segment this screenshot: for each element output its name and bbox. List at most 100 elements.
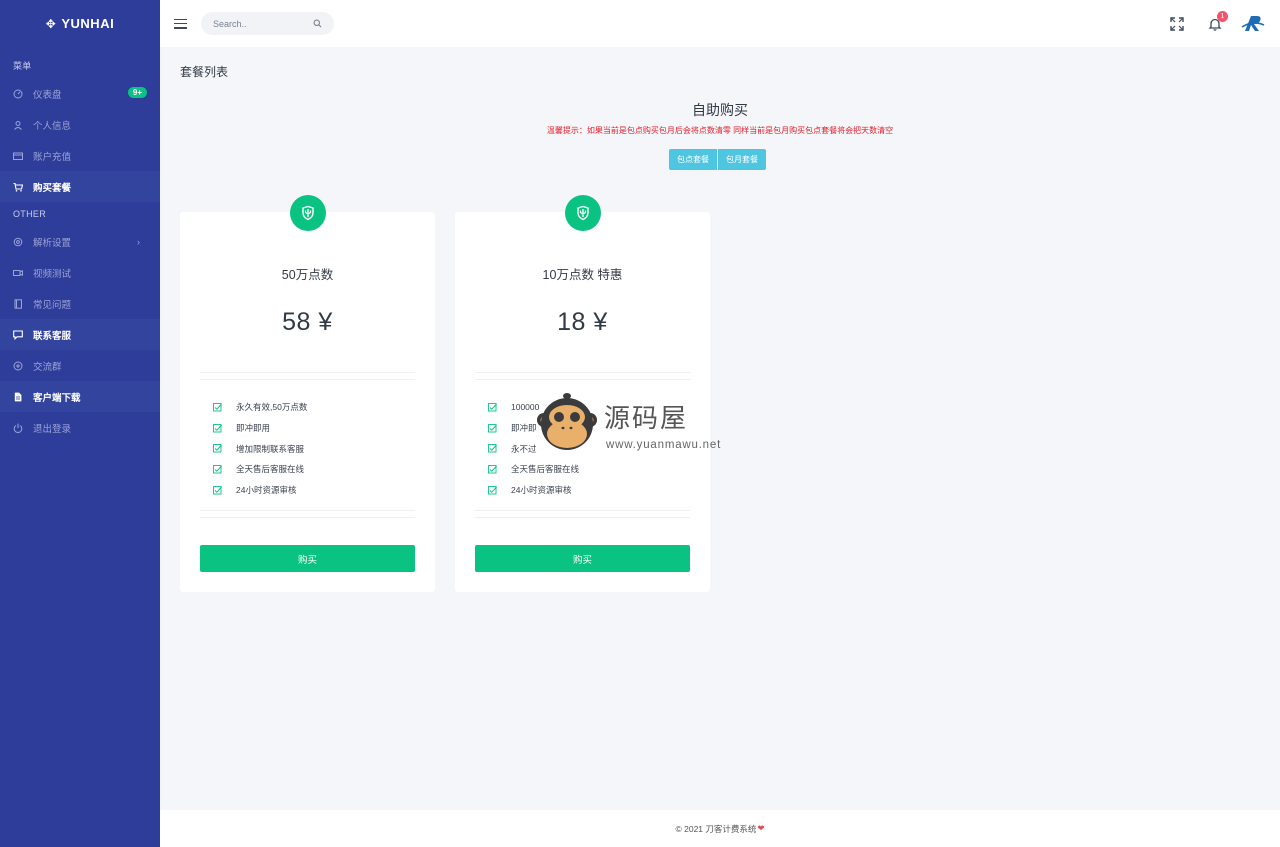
video-icon [13,268,23,278]
sidebar-item-label: 视频测试 [33,268,72,280]
avatar[interactable] [1240,11,1266,37]
chevron-right-icon: › [137,236,140,247]
menu-section-title: OTHER [13,209,46,219]
power-icon [13,423,23,433]
search-box [201,12,334,35]
sidebar-item-parse-settings[interactable]: 解析设置 › [0,226,160,257]
monkey-logo-icon [537,393,597,450]
status-badge: 9+ [127,87,147,98]
feature-text: 永不过 [511,443,537,454]
section-title: 自助购买 [692,102,748,118]
divider [200,372,415,373]
topbar-actions: 1 [1170,0,1280,47]
check-square-icon [488,464,497,474]
shield-icon [289,195,326,231]
feature-text: 全天售后客服在线 [236,464,305,475]
list-item: 增加限制联系客服 [213,438,307,459]
feature-text: 永久有效,50万点数 [236,402,308,413]
plus-circle-icon [13,361,23,371]
sidebar-item-recharge[interactable]: 账户充值 [0,140,160,171]
watermark: 源码屋 www.yuanmawu.net [536,388,746,458]
brand-name: YUNHAI [61,16,115,31]
sidebar-item-label: 联系客服 [33,330,72,342]
search-input[interactable] [213,18,313,29]
list-item: 即冲即用 [213,418,307,439]
search-icon[interactable] [313,19,322,28]
check-square-icon [213,402,222,412]
list-item: 24小时资源审核 [213,480,307,501]
buy-button[interactable]: 购买 [200,545,415,572]
plan-card: 50万点数 58 ¥ 永久有效,50万点数 即冲即用 增加限制联系客服 全天售后… [180,195,435,592]
page-title: 套餐列表 [180,65,229,79]
plan-name: 10万点数 特惠 [542,268,623,282]
check-square-icon [213,444,222,453]
bell-icon[interactable]: 1 [1208,10,1228,31]
check-square-icon [213,423,222,432]
sidebar-item-label: 客户端下载 [33,392,81,404]
check-square-icon [213,464,222,474]
sidebar: ✥ YUNHAI 菜单 仪表盘 9+ 个人信息 账户充值 购买套餐 OTHER … [0,0,160,847]
crosshair-icon: ✥ [45,16,57,31]
menu-toggle-icon[interactable] [174,18,187,29]
feature-text: 24小时资源审核 [236,485,297,496]
brand-logo[interactable]: ✥ YUNHAI [0,0,160,47]
book-icon [13,298,23,309]
sidebar-item-contact-support[interactable]: 联系客服 [0,319,160,350]
feature-text: 全天售后客服在线 [511,464,580,475]
sidebar-item-label: 账户充值 [33,151,72,163]
plan-name: 50万点数 [281,268,334,282]
list-item: 全天售后客服在线 [488,459,579,480]
tab-monthly-package[interactable]: 包月套餐 [718,149,766,170]
plan-price: 18 ¥ [557,308,608,336]
sidebar-item-dashboard[interactable]: 仪表盘 9+ [0,78,160,109]
tab-point-package[interactable]: 包点套餐 [669,149,717,170]
divider [200,510,415,511]
divider [475,517,690,518]
card-icon [13,151,23,161]
sidebar-item-label: 仪表盘 [33,89,62,101]
sidebar-item-video-test[interactable]: 视频测试 [0,257,160,288]
sidebar-item-faq[interactable]: 常见问题 [0,288,160,319]
sidebar-item-label: 个人信息 [33,120,72,132]
fullscreen-icon[interactable] [1170,16,1184,31]
notice-text: 温馨提示：如果当前是包点购买包月后会将点数清零 同样当前是包月购买包点套餐将会把… [546,126,894,135]
topbar: 1 [160,0,1280,47]
sidebar-item-group[interactable]: 交流群 [0,350,160,381]
buy-button[interactable]: 购买 [475,545,690,572]
heart-icon: ❤ [757,823,765,833]
footer: © 2021 刀客计费系统 ❤ [160,810,1280,847]
message-icon [13,329,23,340]
feature-text: 增加限制联系客服 [236,443,305,454]
footer-text: © 2021 刀客计费系统 [675,823,757,834]
check-square-icon [488,444,497,453]
sidebar-item-label: 退出登录 [33,423,72,435]
file-icon [13,392,23,402]
list-item: 全天售后客服在线 [213,459,307,480]
sidebar-item-buy-package[interactable]: 购买套餐 [0,171,160,202]
check-square-icon [488,402,497,412]
check-square-icon [488,423,497,432]
sidebar-item-profile[interactable]: 个人信息 [0,109,160,140]
divider [475,372,690,373]
check-square-icon [213,485,222,495]
divider [475,510,690,511]
dashboard-icon [13,89,23,99]
sidebar-item-label: 解析设置 [33,237,72,249]
check-square-icon [488,485,497,495]
feature-text: 即冲即 [511,423,537,434]
sidebar-item-label: 常见问题 [33,299,72,311]
settings-icon [13,237,23,247]
feature-text: 即冲即用 [236,423,271,434]
list-item: 24小时资源审核 [488,480,579,501]
divider [475,379,690,380]
menu-section-title: 菜单 [13,61,32,71]
shield-icon [564,195,601,231]
feature-text: 24小时资源审核 [511,485,572,496]
user-icon [13,120,23,130]
divider [200,517,415,518]
watermark-url: www.yuanmawu.net [606,439,722,451]
sidebar-item-client-download[interactable]: 客户端下载 [0,381,160,412]
plan-price: 58 ¥ [282,308,333,336]
cart-icon [13,182,23,192]
sidebar-item-logout[interactable]: 退出登录 [0,412,160,443]
